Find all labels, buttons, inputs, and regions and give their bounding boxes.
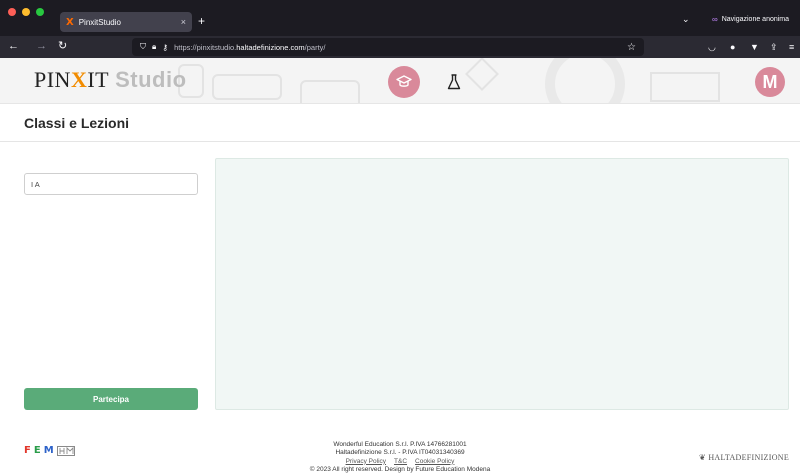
cookie-policy-link[interactable]: Cookie Policy	[415, 458, 454, 465]
avatar[interactable]: M	[755, 67, 785, 97]
footer-text: Wonderful Education S.r.l. P.IVA 1476628…	[250, 441, 550, 474]
footer-copyright: © 2023 All right reserved. Design by Fut…	[309, 465, 491, 473]
background-doodle	[650, 72, 720, 102]
tab-title: PinxitStudio	[78, 17, 121, 27]
browser-nav-bar: ← → ↻ ⛉ 🔒︎ ⚷ https://pinxitstudio. haltad…	[0, 36, 800, 58]
terms-link[interactable]: T&C	[394, 458, 407, 465]
new-tab-button[interactable]: +	[198, 14, 205, 28]
tab-close-icon[interactable]: ×	[181, 17, 186, 27]
main-content: Partecipa	[0, 142, 800, 432]
fem-logo: F E M	[24, 446, 75, 456]
background-doodle	[545, 58, 625, 103]
extension-icon[interactable]: ●	[730, 42, 735, 52]
menu-icon[interactable]: ≡	[789, 42, 794, 52]
class-code-input[interactable]	[24, 173, 198, 195]
minimize-window-dot[interactable]	[22, 8, 30, 16]
url-host: haltadefinizione.com	[236, 42, 305, 52]
back-icon[interactable]: ←	[8, 39, 19, 53]
footer: F E M Wonderful Education S.r.l. P.IVA 1…	[0, 432, 800, 475]
address-bar[interactable]: ⛉ 🔒︎ ⚷ https://pinxitstudio. haltadefiniz…	[132, 38, 644, 56]
filter-icon[interactable]: ▼	[750, 42, 759, 52]
privacy-policy-link[interactable]: Privacy Policy	[346, 458, 386, 465]
pinxit-studio-logo[interactable]: PINXIT Studio	[34, 67, 187, 93]
lesson-panel	[215, 158, 789, 410]
lock-icon[interactable]: 🔒︎	[152, 42, 156, 52]
private-mask-icon: ∞	[712, 15, 718, 24]
haltadefinizione-logo: ❦ HALTADEFINIZIONE	[699, 453, 790, 462]
background-doodle	[465, 58, 499, 91]
join-button[interactable]: Partecipa	[24, 388, 198, 410]
classes-button[interactable]	[388, 66, 420, 98]
background-doodle	[212, 74, 282, 100]
shield-icon[interactable]: ⛉	[140, 42, 146, 52]
url-path: /party/	[304, 42, 326, 52]
flask-icon	[447, 74, 461, 90]
lab-button[interactable]	[444, 72, 464, 92]
background-doodle	[300, 80, 360, 103]
halta-mark-icon: ❦	[699, 453, 709, 462]
pocket-icon[interactable]: ◡	[708, 42, 716, 52]
close-window-dot[interactable]	[8, 8, 16, 16]
share-icon[interactable]: ⇪	[770, 42, 778, 52]
footer-partner-line: Haltadefinizione S.r.l. - P.IVA IT040313…	[335, 449, 465, 457]
pinxit-favicon-icon: X	[66, 16, 74, 28]
forward-icon[interactable]: →	[36, 39, 47, 53]
page-title: Classi e Lezioni	[24, 115, 130, 131]
browser-tab-bar: X PinxitStudio × + ⌄ ∞ Navigazione anoni…	[0, 0, 800, 36]
reload-icon[interactable]: ↻	[58, 39, 67, 53]
browser-tab[interactable]: X PinxitStudio ×	[60, 12, 192, 32]
partner-mark-icon	[56, 446, 75, 456]
page-title-bar: Classi e Lezioni	[0, 104, 800, 142]
key-icon[interactable]: ⚷	[162, 43, 168, 52]
star-icon[interactable]: ☆	[627, 42, 636, 53]
maximize-window-dot[interactable]	[36, 8, 44, 16]
footer-company-line: Wonderful Education S.r.l. P.IVA 1476628…	[333, 441, 467, 448]
app-header: PINXIT Studio M	[0, 58, 800, 104]
private-label: Navigazione anonima	[721, 16, 790, 23]
private-browsing-indicator: ∞ Navigazione anonima	[712, 15, 789, 24]
graduation-cap-icon	[396, 75, 412, 87]
chevron-down-icon[interactable]: ⌄	[682, 14, 690, 25]
url-prefix: https://pinxitstudio.	[174, 42, 237, 52]
footer-links: Privacy Policy T&C Cookie Policy	[250, 458, 550, 466]
